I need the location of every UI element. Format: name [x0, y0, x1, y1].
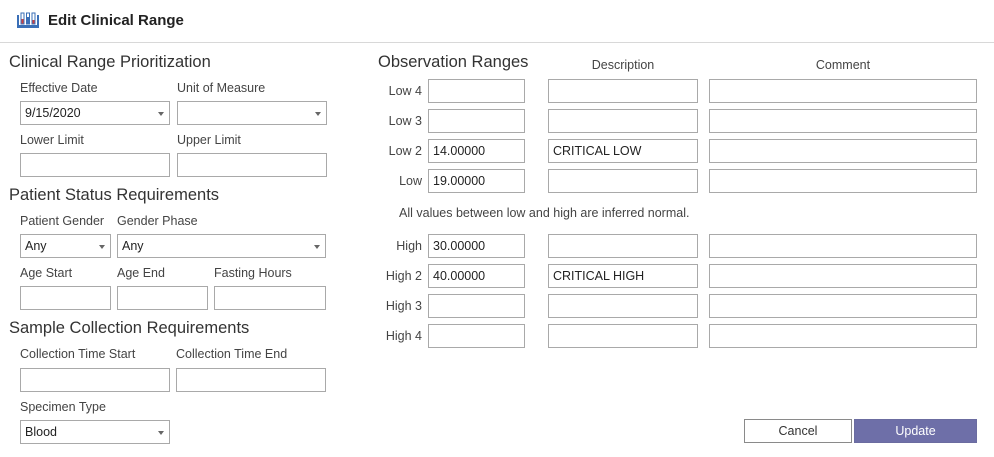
upper-limit-input[interactable]: [177, 153, 327, 177]
age-start-label: Age Start: [20, 266, 73, 280]
high-2-value-input[interactable]: 40.00000: [428, 264, 525, 288]
high-3-value-input[interactable]: [428, 294, 525, 318]
lower-limit-label: Lower Limit: [20, 133, 84, 147]
collection-time-start-label: Collection Time Start: [20, 347, 136, 361]
unit-of-measure-select[interactable]: [177, 101, 327, 125]
specimen-type-value: Blood: [25, 425, 57, 439]
gender-phase-select[interactable]: Any: [117, 234, 326, 258]
section-heading-sample-collection: Sample Collection Requirements: [9, 319, 250, 337]
section-heading-prioritization: Clinical Range Prioritization: [9, 53, 211, 71]
low-3-value-input[interactable]: [428, 109, 525, 133]
patient-gender-value: Any: [25, 239, 47, 253]
low-2-comment-input[interactable]: [709, 139, 977, 163]
high-4-comment-input[interactable]: [709, 324, 977, 348]
chevron-down-icon: [99, 245, 105, 249]
comment-column-header: Comment: [815, 58, 871, 72]
gender-phase-label: Gender Phase: [117, 214, 198, 228]
collection-time-start-input[interactable]: [20, 368, 170, 392]
high-description-input[interactable]: [548, 234, 698, 258]
section-heading-observation-ranges: Observation Ranges: [378, 53, 529, 71]
low-4-value-input[interactable]: [428, 79, 525, 103]
row-label-low-2: Low 2: [388, 144, 422, 158]
description-column-header: Description: [591, 58, 655, 72]
collection-time-end-label: Collection Time End: [176, 347, 288, 361]
high-value-input[interactable]: 30.00000: [428, 234, 525, 258]
effective-date-picker[interactable]: 9/15/2020: [20, 101, 170, 125]
cancel-button[interactable]: Cancel: [744, 419, 852, 443]
fasting-hours-input[interactable]: [214, 286, 326, 310]
specimen-type-label: Specimen Type: [20, 400, 106, 414]
age-end-input[interactable]: [117, 286, 208, 310]
chevron-down-icon: [315, 112, 321, 116]
patient-gender-label: Patient Gender: [20, 214, 105, 228]
age-start-input[interactable]: [20, 286, 111, 310]
effective-date-label: Effective Date: [20, 81, 98, 95]
effective-date-value: 9/15/2020: [25, 106, 81, 120]
row-label-low-3: Low 3: [388, 114, 422, 128]
section-heading-patient-status: Patient Status Requirements: [9, 186, 220, 204]
chevron-down-icon: [314, 245, 320, 249]
row-label-high-4: High 4: [385, 329, 422, 343]
low-comment-input[interactable]: [709, 169, 977, 193]
row-label-high-2: High 2: [385, 269, 422, 283]
update-button[interactable]: Update: [854, 419, 977, 443]
specimen-type-select[interactable]: Blood: [20, 420, 170, 444]
lower-limit-input[interactable]: [20, 153, 170, 177]
row-label-high: High: [396, 239, 422, 253]
high-4-value-input[interactable]: [428, 324, 525, 348]
chevron-down-icon: [158, 431, 164, 435]
gender-phase-value: Any: [122, 239, 144, 253]
collection-time-end-input[interactable]: [176, 368, 326, 392]
high-3-description-input[interactable]: [548, 294, 698, 318]
low-2-value-input[interactable]: 14.00000: [428, 139, 525, 163]
test-tubes-icon: [16, 11, 40, 29]
patient-gender-select[interactable]: Any: [20, 234, 111, 258]
upper-limit-label: Upper Limit: [177, 133, 241, 147]
row-label-low-4: Low 4: [388, 84, 422, 98]
high-comment-input[interactable]: [709, 234, 977, 258]
normal-range-note: All values between low and high are infe…: [399, 206, 690, 220]
unit-of-measure-label: Unit of Measure: [177, 81, 266, 95]
high-2-description-input[interactable]: CRITICAL HIGH: [548, 264, 698, 288]
dialog-title: Edit Clinical Range: [48, 12, 184, 29]
low-3-comment-input[interactable]: [709, 109, 977, 133]
low-2-description-input[interactable]: CRITICAL LOW: [548, 139, 698, 163]
low-4-description-input[interactable]: [548, 79, 698, 103]
fasting-hours-label: Fasting Hours: [214, 266, 292, 280]
high-3-comment-input[interactable]: [709, 294, 977, 318]
age-end-label: Age End: [117, 266, 165, 280]
row-label-low: Low: [399, 174, 422, 188]
low-value-input[interactable]: 19.00000: [428, 169, 525, 193]
high-4-description-input[interactable]: [548, 324, 698, 348]
high-2-comment-input[interactable]: [709, 264, 977, 288]
low-3-description-input[interactable]: [548, 109, 698, 133]
low-4-comment-input[interactable]: [709, 79, 977, 103]
low-description-input[interactable]: [548, 169, 698, 193]
chevron-down-icon: [158, 112, 164, 116]
row-label-high-3: High 3: [385, 299, 422, 313]
